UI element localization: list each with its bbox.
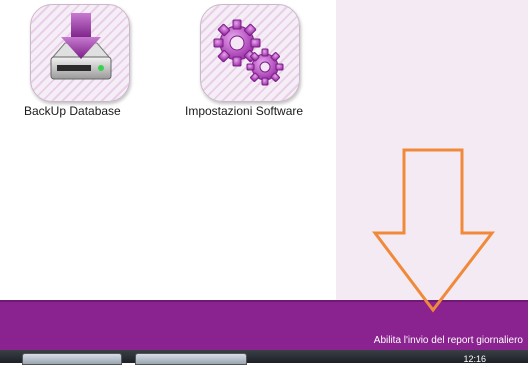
down-arrow-annotation-icon <box>371 148 496 313</box>
